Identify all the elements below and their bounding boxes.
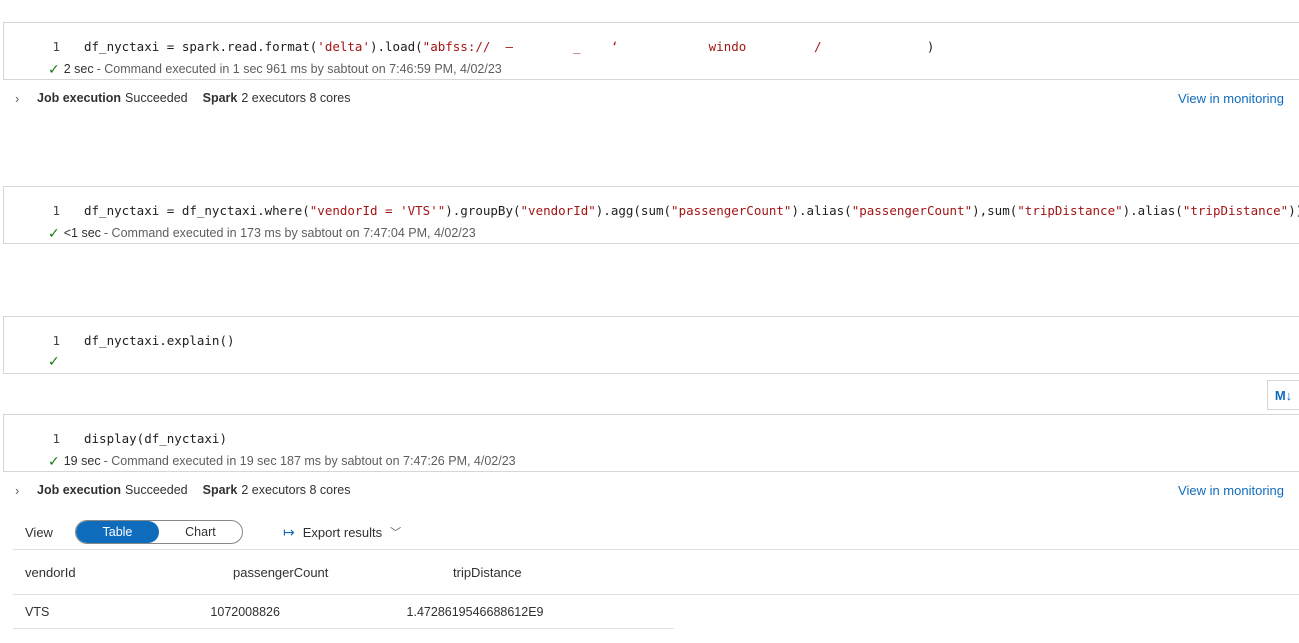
- cell-status: ✓ <1 sec - Command executed in 173 ms by…: [48, 225, 476, 241]
- code-token: ),sum(: [972, 202, 1018, 218]
- line-number: 1: [52, 38, 60, 54]
- job-execution-row-2[interactable]: › Job execution Succeeded Spark 2 execut…: [0, 479, 1299, 501]
- code-line[interactable]: 1 df_nyctaxi.explain(): [4, 331, 235, 349]
- export-arrow-icon: ↦: [282, 523, 295, 540]
- table-view-button[interactable]: Table: [75, 521, 159, 543]
- code-token: ).alias(: [1122, 202, 1183, 218]
- code-line[interactable]: 1 df_nyctaxi = df_nyctaxi.where("vendorId…: [4, 201, 1299, 219]
- spark-label: Spark: [202, 483, 238, 497]
- cell-status-text: - Command executed in 19 sec 187 ms by s…: [103, 454, 516, 468]
- column-header-vendorid[interactable]: vendorId: [13, 565, 233, 580]
- code-string: "vendorId = 'VTS'": [309, 202, 446, 218]
- code-string: "abfss:// — _ ‘ windo /: [422, 38, 927, 54]
- column-header-passengercount[interactable]: passengerCount: [233, 565, 453, 580]
- job-execution-row-1[interactable]: › Job execution Succeeded Spark 2 execut…: [0, 87, 1299, 109]
- code-string: "passengerCount": [851, 202, 973, 218]
- job-execution-label: Job execution: [37, 91, 122, 105]
- code-token: ).alias(: [791, 202, 852, 218]
- line-number: 1: [52, 430, 60, 446]
- view-in-monitoring-link[interactable]: View in monitoring: [1178, 91, 1284, 106]
- job-execution-label: Job execution: [37, 483, 122, 497]
- chevron-right-icon[interactable]: ›: [15, 91, 29, 106]
- code-cell-2[interactable]: 1 df_nyctaxi = df_nyctaxi.where("vendorId…: [3, 186, 1299, 244]
- code-token: )): [1288, 202, 1299, 218]
- chevron-right-icon[interactable]: ›: [15, 483, 29, 498]
- table-cell: 1.4728619546688612E9: [406, 604, 544, 619]
- check-icon: ✓: [48, 452, 60, 469]
- code-line[interactable]: 1 display(df_nyctaxi): [4, 429, 227, 447]
- view-toggle[interactable]: Table Chart: [74, 520, 243, 544]
- spark-info: 2 executors 8 cores: [241, 91, 351, 105]
- chevron-down-icon: ﹀: [390, 527, 402, 539]
- code-token: ).groupBy(: [445, 202, 521, 218]
- table-row[interactable]: VTS 1072008826 1.4728619546688612E9: [13, 595, 674, 629]
- cell-status: ✓ 19 sec - Command executed in 19 sec 18…: [48, 453, 516, 469]
- add-markdown-button[interactable]: M↓: [1267, 380, 1299, 410]
- table-header: vendorId passengerCount tripDistance: [13, 549, 1299, 595]
- spark-label: Spark: [202, 91, 238, 105]
- code-token: display(df_nyctaxi): [84, 430, 227, 446]
- results-toolbar: View Table Chart ↦ Export results ﹀: [25, 519, 401, 545]
- export-results-label: Export results: [302, 524, 383, 540]
- check-icon: ✓: [48, 224, 60, 241]
- code-token: ): [926, 38, 935, 54]
- check-icon: ✓: [48, 60, 60, 77]
- check-icon: ✓: [48, 352, 60, 369]
- code-token: df_nyctaxi.explain(): [84, 332, 235, 348]
- code-string: 'delta': [317, 38, 370, 54]
- cell-duration: 2 sec: [63, 62, 94, 76]
- chart-view-button[interactable]: Chart: [159, 521, 242, 543]
- table-cell: VTS: [25, 604, 50, 619]
- cell-status: ✓: [48, 353, 64, 369]
- code-token: ).load(: [369, 38, 423, 54]
- job-execution-result: Succeeded: [125, 483, 188, 497]
- results-table: vendorId passengerCount tripDistance VTS…: [13, 549, 1299, 629]
- cell-duration: <1 sec: [63, 226, 101, 240]
- code-token: ).agg(sum(: [595, 202, 672, 218]
- cell-status: ✓ 2 sec - Command executed in 1 sec 961 …: [48, 61, 502, 77]
- code-string: "tripDistance": [1182, 202, 1289, 218]
- export-results-button[interactable]: ↦ Export results ﹀: [283, 524, 401, 541]
- view-in-monitoring-link[interactable]: View in monitoring: [1178, 483, 1284, 498]
- code-cell-4[interactable]: 1 display(df_nyctaxi) ✓ 19 sec - Command …: [3, 414, 1299, 472]
- table-cell: 1072008826: [210, 604, 280, 619]
- cell-status-text: - Command executed in 1 sec 961 ms by sa…: [96, 62, 502, 76]
- cell-duration: 19 sec: [63, 454, 101, 468]
- code-token: df_nyctaxi = spark.read.format(: [84, 38, 318, 54]
- line-number: 1: [52, 202, 60, 218]
- code-string: "passengerCount": [671, 202, 792, 218]
- cell-status-text: - Command executed in 173 ms by sabtout …: [103, 226, 476, 240]
- code-cell-1[interactable]: 1 df_nyctaxi = spark.read.format('delta')…: [3, 22, 1299, 80]
- code-line[interactable]: 1 df_nyctaxi = spark.read.format('delta')…: [4, 37, 934, 55]
- job-execution-result: Succeeded: [125, 91, 188, 105]
- spark-info: 2 executors 8 cores: [241, 483, 351, 497]
- code-token: df_nyctaxi = df_nyctaxi.where(: [84, 202, 310, 218]
- code-cell-3[interactable]: 1 df_nyctaxi.explain() ✓: [3, 316, 1299, 374]
- code-string: "tripDistance": [1017, 202, 1123, 218]
- line-number: 1: [52, 332, 60, 348]
- column-header-tripdistance[interactable]: tripDistance: [453, 565, 753, 580]
- view-label: View: [25, 524, 53, 540]
- code-string: "vendorId": [520, 202, 596, 218]
